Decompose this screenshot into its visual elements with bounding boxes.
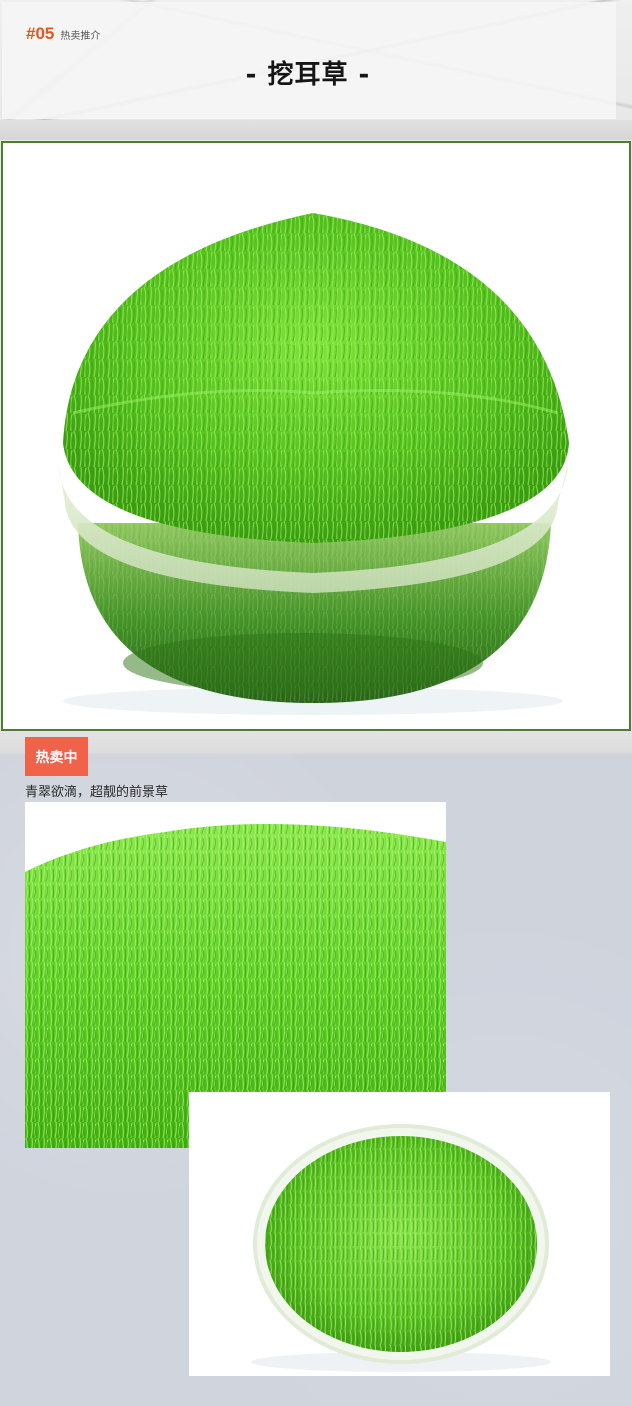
moss-cup-photo-icon [189, 1092, 610, 1376]
section-number-line: #05 热卖推介 [26, 24, 100, 44]
header-banner: #05 热卖推介 - 挖耳草 - [0, 0, 632, 140]
product-description: 青翠欲滴，超靓的前景草 [25, 785, 169, 800]
section-tag: 热卖推介 [60, 31, 101, 42]
header-strip [0, 120, 632, 140]
moss-bowl-photo-icon [3, 143, 629, 729]
cup-photo [189, 1092, 610, 1376]
section-number: #05 [26, 24, 55, 43]
product-photo [1, 141, 631, 731]
hot-sale-badge: 热卖中 [25, 737, 88, 776]
page-title: - 挖耳草 - [245, 60, 371, 90]
